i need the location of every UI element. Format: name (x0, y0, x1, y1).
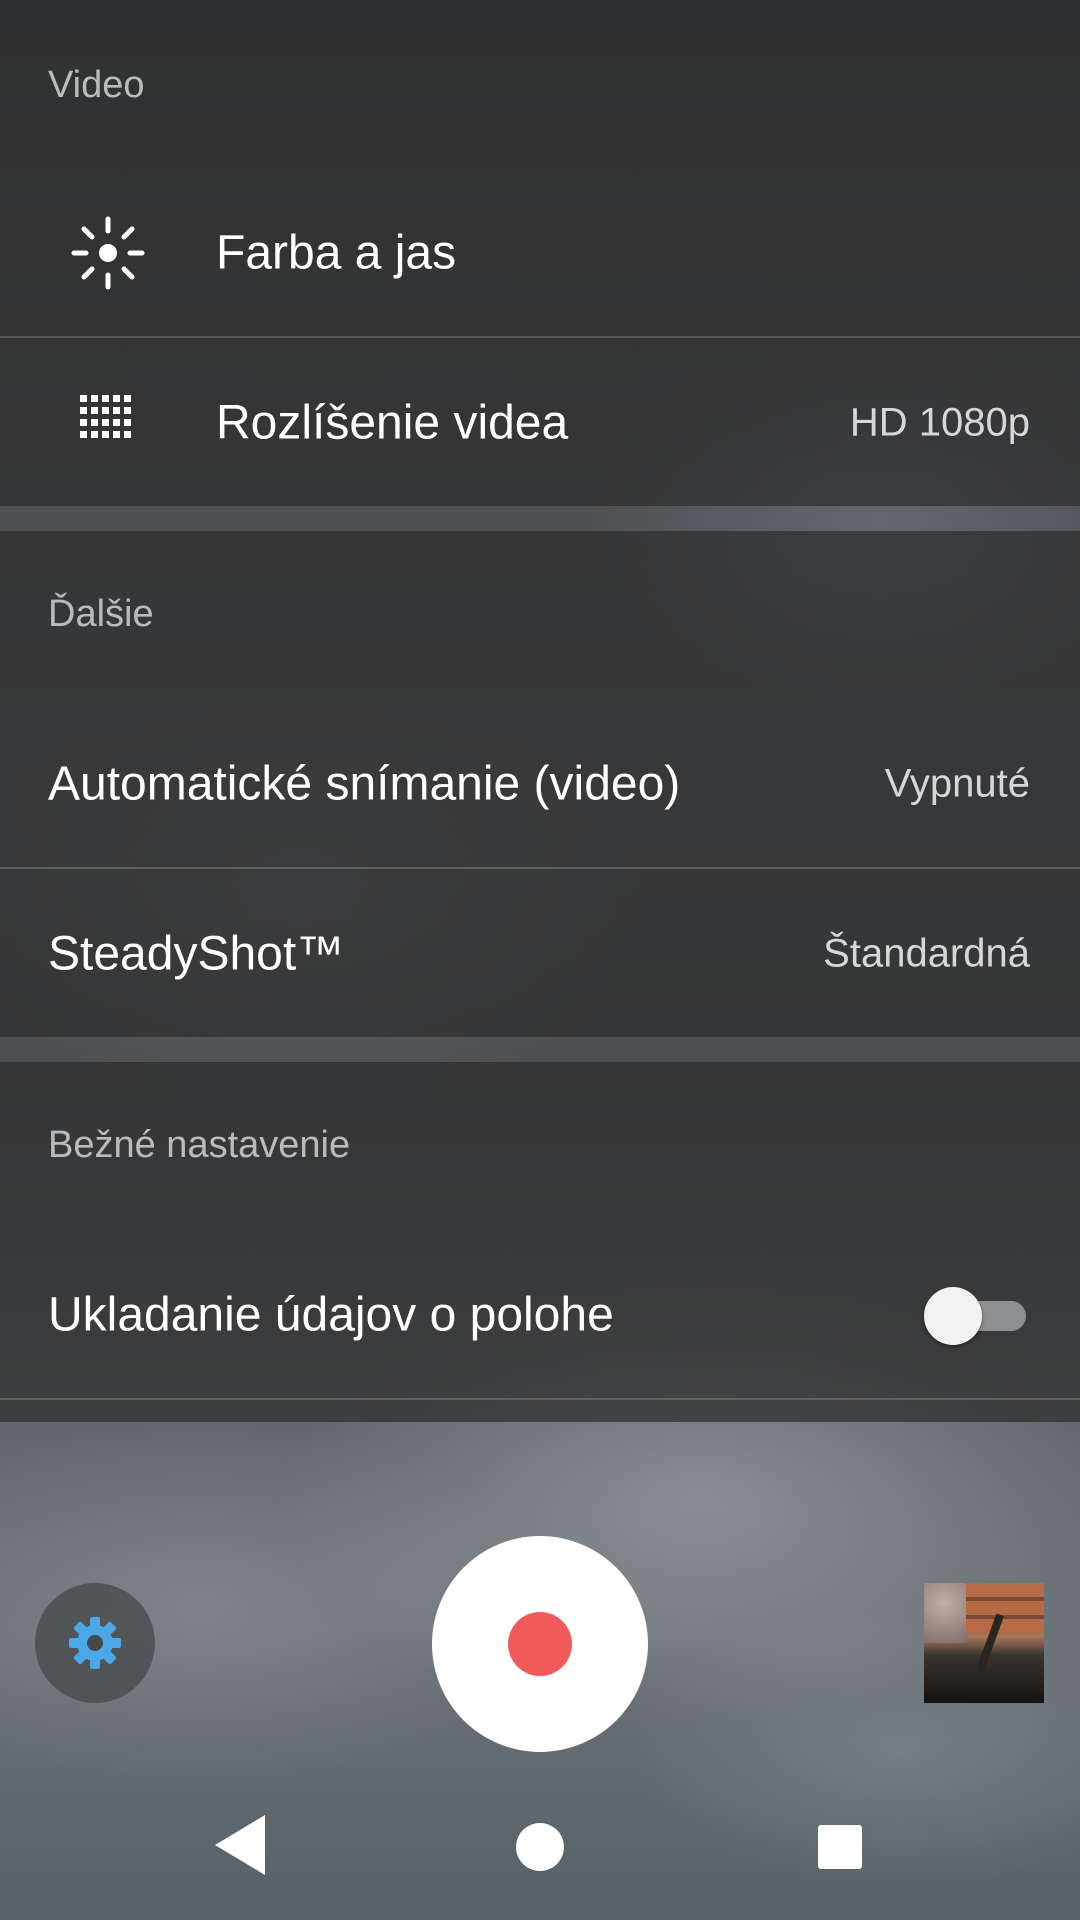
thumbnail-image-part (924, 1583, 968, 1643)
back-button[interactable] (185, 1790, 295, 1900)
more-settings-panel: Ďalšie Automatické snímanie (video) Vypn… (0, 531, 1080, 1037)
brightness-icon (71, 216, 145, 290)
settings-row-label: Ukladanie údajov o polohe (48, 1288, 614, 1342)
home-icon (516, 1823, 564, 1871)
settings-row-auto-capture[interactable]: Automatické snímanie (video) Vypnuté (0, 699, 1080, 869)
settings-row-label: Rozlíšenie videa (216, 396, 569, 450)
recents-icon (818, 1825, 862, 1869)
divider (0, 1398, 1080, 1400)
settings-row-label: Farba a jas (216, 226, 457, 280)
navigation-bar (0, 1790, 1080, 1900)
settings-row-steadyshot[interactable]: SteadyShot™ Štandardná (0, 869, 1080, 1039)
toggle-thumb (924, 1287, 982, 1345)
record-icon (508, 1612, 572, 1676)
settings-row-value: HD 1080p (849, 400, 1030, 445)
resolution-grid-icon (80, 395, 131, 438)
common-settings-panel: Bežné nastavenie Ukladanie údajov o polo… (0, 1062, 1080, 1422)
back-icon (215, 1815, 265, 1875)
settings-row-label: Automatické snímanie (video) (48, 757, 681, 811)
thumbnail-image-part (966, 1583, 1044, 1633)
home-button[interactable] (485, 1790, 595, 1900)
settings-button[interactable] (35, 1583, 155, 1703)
settings-row-label: SteadyShot™ (48, 927, 345, 981)
section-title-more: Ďalšie (48, 593, 154, 635)
section-title-video: Video (48, 64, 145, 106)
video-settings-panel: Video Farba a jas Rozlíšenie videa HD 10… (0, 0, 1080, 506)
record-button[interactable] (432, 1536, 648, 1752)
location-toggle[interactable] (924, 1285, 1028, 1345)
settings-row-video-resolution[interactable]: Rozlíšenie videa HD 1080p (0, 338, 1080, 508)
gear-icon (69, 1617, 121, 1669)
last-capture-thumbnail[interactable] (924, 1583, 1044, 1703)
recents-button[interactable] (785, 1790, 895, 1900)
settings-row-location-tagging[interactable]: Ukladanie údajov o polohe (0, 1230, 1080, 1400)
settings-row-value: Vypnuté (884, 761, 1030, 806)
section-title-common: Bežné nastavenie (48, 1124, 351, 1166)
settings-row-color-brightness[interactable]: Farba a jas (0, 168, 1080, 338)
settings-row-value: Štandardná (823, 931, 1030, 976)
